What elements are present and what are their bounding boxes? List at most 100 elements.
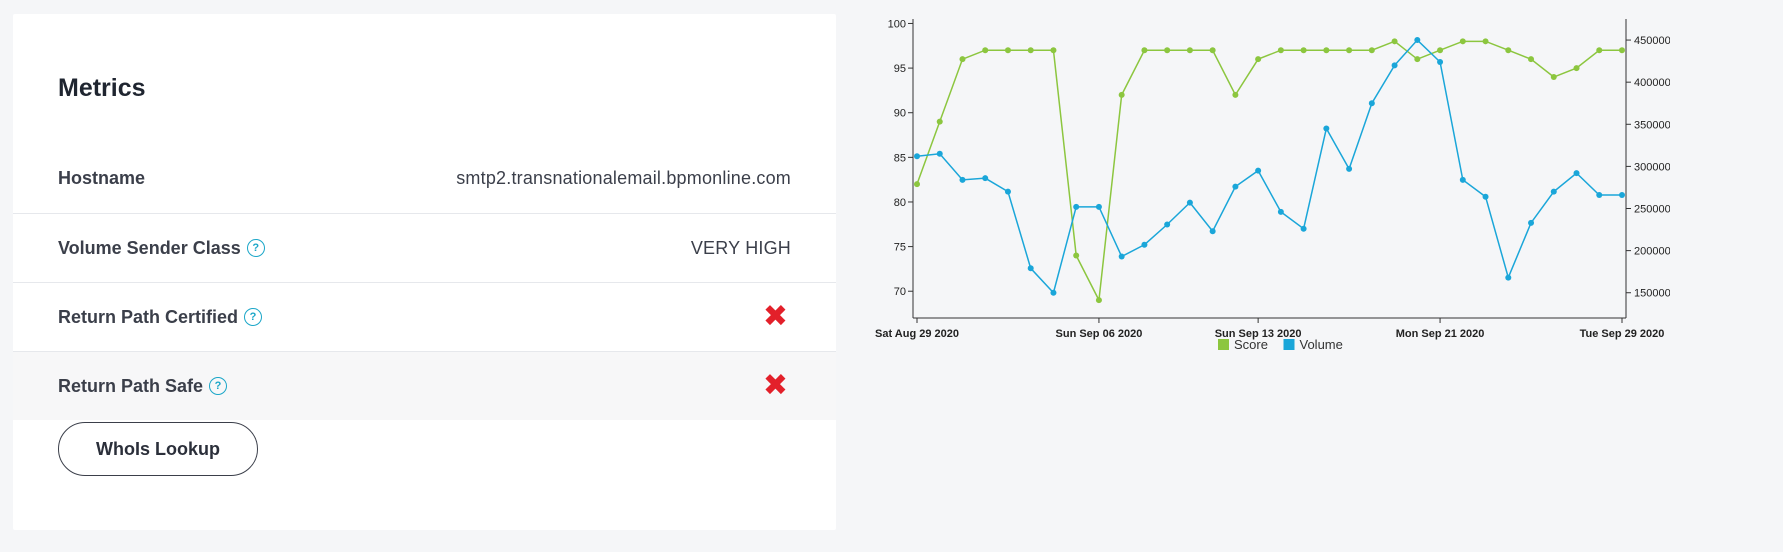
- score-data-point: [1232, 91, 1239, 98]
- right-axis-tick-label: 200000: [1634, 246, 1670, 258]
- left-axis-tick-label: 75: [894, 242, 906, 254]
- return-path-certified-label-text: Return Path Certified: [58, 306, 239, 327]
- score-data-point: [914, 181, 920, 188]
- x-axis-tick-label: Mon Sep 21 2020: [1396, 328, 1485, 340]
- volume-data-point: [1186, 199, 1193, 206]
- volume-sender-class-label-text: Volume Sender Class: [58, 237, 241, 258]
- x-axis-tick-label: Sun Sep 06 2020: [1056, 328, 1143, 340]
- score-data-point: [1050, 47, 1057, 54]
- score-data-point: [1164, 47, 1171, 54]
- volume-data-point: [1368, 100, 1375, 107]
- volume-legend-swatch: [1283, 339, 1295, 350]
- volume-data-point: [1118, 253, 1125, 260]
- score-data-point: [1118, 91, 1125, 98]
- volume-data-point: [1482, 193, 1489, 200]
- score-data-point: [1027, 47, 1034, 54]
- volume-sender-class-row: Volume Sender Class ? VERY HIGH: [13, 213, 836, 282]
- hostname-value: smtp2.transnationalemail.bpmonline.com: [456, 168, 791, 188]
- score-data-point: [1186, 47, 1193, 54]
- score-data-point: [959, 56, 966, 63]
- volume-data-point: [1095, 203, 1102, 210]
- whois-lookup-button[interactable]: WhoIs Lookup: [58, 422, 258, 476]
- x-axis-tick-label: Sat Aug 29 2020: [875, 328, 959, 340]
- volume-data-point: [1300, 225, 1307, 232]
- score-data-point: [982, 47, 989, 54]
- return-path-safe-label: Return Path Safe ?: [58, 375, 228, 397]
- volume-data-point: [1004, 188, 1011, 195]
- volume-sender-class-value: VERY HIGH: [690, 237, 791, 258]
- right-axis-tick-label: 250000: [1634, 204, 1670, 216]
- score-data-point: [1437, 47, 1444, 54]
- left-axis-tick-label: 90: [894, 108, 906, 120]
- volume-data-point: [1323, 125, 1330, 132]
- volume-data-point: [1505, 274, 1512, 281]
- score-data-point: [1573, 65, 1580, 72]
- right-axis-tick-label: 450000: [1634, 35, 1670, 47]
- volume-data-point: [1232, 183, 1239, 190]
- volume-data-point: [1073, 203, 1080, 210]
- score-data-point: [1300, 47, 1307, 54]
- right-axis-tick-label: 150000: [1634, 288, 1670, 300]
- score-data-point: [1414, 56, 1421, 63]
- volume-data-point: [1414, 37, 1421, 44]
- return-path-safe-label-text: Return Path Safe: [58, 375, 204, 396]
- score-data-point: [1073, 252, 1080, 259]
- volume-data-point: [914, 153, 920, 160]
- score-data-point: [1141, 47, 1148, 54]
- score-legend-label: Score: [1234, 337, 1268, 352]
- score-series-line: [916, 40, 1622, 303]
- score-volume-chart: 70 75 80 85 90 95 100 150000 200000 250000 300000 3…: [870, 0, 1671, 380]
- return-path-certified-label: Return Path Certified ?: [58, 306, 263, 328]
- score-data-point: [1346, 47, 1353, 54]
- volume-data-point: [1596, 192, 1603, 199]
- close-icon: ✖: [762, 300, 788, 333]
- score-data-point: [1209, 47, 1216, 54]
- x-axis-tick-label: Tue Sep 29 2020: [1580, 328, 1665, 340]
- help-icon[interactable]: ?: [244, 308, 263, 326]
- volume-data-point: [1619, 192, 1625, 199]
- score-data-point: [1391, 38, 1398, 45]
- hostname-label-text: Hostname: [58, 168, 146, 188]
- volume-data-point: [1141, 241, 1148, 248]
- score-legend-swatch: [1218, 339, 1229, 350]
- score-data-point: [1459, 38, 1466, 45]
- score-data-point: [1505, 47, 1512, 54]
- volume-data-point: [1391, 62, 1398, 69]
- score-data-point: [1596, 47, 1603, 54]
- return-path-certified-row: Return Path Certified ? ✖: [13, 282, 836, 351]
- right-axis-tick-label: 400000: [1634, 77, 1670, 89]
- score-data-point: [1323, 47, 1330, 54]
- help-icon[interactable]: ?: [246, 239, 265, 257]
- score-data-point: [936, 118, 943, 125]
- volume-data-point: [1528, 219, 1535, 226]
- volume-data-point: [1050, 289, 1057, 296]
- volume-data-point: [1573, 170, 1580, 177]
- left-axis-tick-label: 80: [894, 197, 906, 209]
- volume-data-point: [1209, 228, 1216, 235]
- volume-data-point: [936, 150, 943, 157]
- score-data-point: [1619, 47, 1625, 54]
- score-data-point: [1004, 47, 1011, 54]
- volume-data-point: [982, 175, 989, 182]
- left-axis-tick-label: 95: [894, 63, 906, 75]
- return-path-safe-row: Return Path Safe ? ✖: [13, 351, 836, 420]
- hostname-label: Hostname: [58, 168, 145, 189]
- hostname-row: Hostname smtp2.transnationalemail.bpmonl…: [13, 144, 836, 213]
- volume-data-point: [1346, 165, 1353, 172]
- close-icon: ✖: [762, 369, 788, 402]
- left-axis-tick-label: 100: [888, 18, 906, 30]
- metrics-title: Metrics: [58, 74, 146, 102]
- volume-data-point: [1459, 176, 1466, 183]
- right-axis-tick-label: 350000: [1634, 119, 1670, 131]
- volume-data-point: [1164, 221, 1171, 228]
- volume-series-line: [916, 38, 1622, 295]
- left-axis-tick-label: 70: [894, 286, 906, 298]
- volume-data-point: [1255, 167, 1262, 174]
- volume-legend-label: Volume: [1300, 337, 1343, 352]
- volume-data-point: [1027, 265, 1034, 272]
- score-data-point: [1277, 47, 1284, 54]
- metrics-card: Metrics Hostname smtp2.transnationalemai…: [13, 14, 836, 530]
- help-icon[interactable]: ?: [209, 377, 228, 395]
- volume-data-point: [959, 176, 966, 183]
- chart-svg: 70 75 80 85 90 95 100 150000 200000 250000 300000 3…: [875, 18, 1671, 352]
